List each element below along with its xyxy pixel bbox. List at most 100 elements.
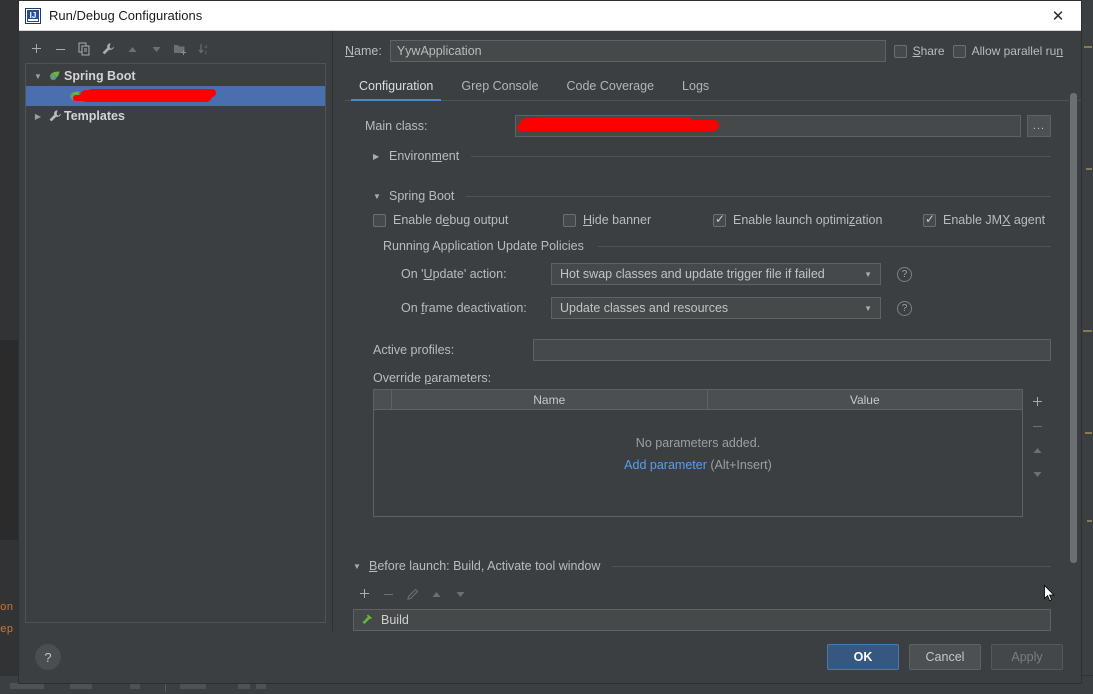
share-checkbox[interactable]: Share [893,44,945,58]
enable-launch-optimization-checkbox[interactable]: Enable launch optimization [713,212,923,227]
on-frame-deactivation-label: On frame deactivation: [401,301,527,315]
on-frame-deactivation-help-icon[interactable]: ? [897,300,912,316]
environment-section-header[interactable]: ▶ Environment [373,149,1051,163]
tab-grep-console[interactable]: Grep Console [447,72,552,100]
chevron-down-icon[interactable]: ▼ [860,304,876,313]
chevron-down-icon[interactable]: ▼ [30,72,46,81]
spring-boot-options-row: Enable debug output Hide banner Enable l… [373,212,1051,227]
tree-item-selected-configuration[interactable] [26,86,325,106]
run-debug-configurations-dialog: IJ Run/Debug Configurations ✕ a z ▼ Spri… [18,0,1082,684]
name-row: Name: YywApplication Share Allow paralle… [333,31,1081,65]
move-parameter-up-button[interactable] [1025,438,1049,462]
dialog-footer: ? OK Cancel Apply [19,631,1081,683]
override-parameters-table[interactable]: Name Value No parameters added. Add para… [373,389,1023,517]
add-before-launch-task-button[interactable] [353,583,375,605]
spring-boot-section-header[interactable]: ▼ Spring Boot [373,189,1051,203]
enable-jmx-agent-checkbox[interactable]: Enable JMX agent [923,212,1045,227]
share-checkbox-label: Share [912,44,945,58]
browse-main-class-button[interactable]: ... [1027,115,1051,137]
remove-configuration-button[interactable] [49,38,71,60]
on-update-action-help-icon[interactable]: ? [897,266,912,282]
on-frame-deactivation-value: Update classes and resources [560,301,729,315]
tab-logs[interactable]: Logs [668,72,723,100]
on-frame-deactivation-dropdown[interactable]: Update classes and resources ▼ [551,297,881,319]
remove-parameter-button[interactable] [1025,414,1049,438]
environment-section-label: Environment [389,149,460,163]
enable-debug-output-box[interactable] [373,213,386,227]
on-update-action-row: On 'Update' action: Hot swap classes and… [401,263,1051,285]
add-parameter-link[interactable]: Add parameter [624,458,707,472]
remove-before-launch-task-button[interactable] [377,583,399,605]
update-policies-label: Running Application Update Policies [383,239,584,253]
tree-item-spring-boot[interactable]: ▼ Spring Boot [26,66,325,86]
dialog-body: a z ▼ Spring Boot ▶ Templates Name: YywA… [19,31,1081,631]
before-launch-toolbar [353,583,1051,605]
tree-item-templates[interactable]: ▶ Templates [26,106,325,126]
apply-button[interactable]: Apply [991,644,1063,670]
new-folder-button[interactable] [169,38,191,60]
section-divider [471,155,1051,157]
move-task-down-button[interactable] [449,583,471,605]
sort-alpha-icon[interactable]: a z [193,38,215,60]
wrench-icon[interactable] [97,38,119,60]
active-profiles-input[interactable] [533,339,1051,361]
hide-banner-label: Hide banner [583,213,652,227]
configuration-tabs: Configuration Grep Console Code Coverage… [345,71,1081,101]
intellij-idea-icon: IJ [25,7,41,24]
ide-editor-sliver [0,340,18,540]
spring-boot-leaf-icon [46,69,64,83]
svg-text:z: z [204,50,207,56]
before-launch-section: ▼ Before launch: Build, Activate tool wi… [353,553,1051,631]
add-parameter-button[interactable] [1025,390,1049,414]
override-parameters-table-wrap: Name Value No parameters added. Add para… [373,389,1051,517]
hide-banner-checkbox[interactable]: Hide banner [563,213,713,227]
dialog-vertical-scrollbar[interactable] [1069,67,1078,603]
name-label: Name: [345,44,382,58]
add-configuration-button[interactable] [25,38,47,60]
hide-banner-box[interactable] [563,213,576,227]
enable-launch-optimization-box[interactable] [713,212,726,227]
ok-button[interactable]: OK [827,644,899,670]
pencil-icon[interactable] [401,583,423,605]
move-down-button[interactable] [145,38,167,60]
before-launch-task-list[interactable]: Build [353,609,1051,631]
share-checkbox-box[interactable] [893,44,907,58]
section-divider [597,245,1051,247]
before-launch-task-label: Build [381,613,409,627]
move-parameter-down-button[interactable] [1025,462,1049,486]
scrollbar-thumb[interactable] [1070,93,1077,563]
enable-debug-output-checkbox[interactable]: Enable debug output [373,213,563,227]
enable-jmx-agent-box[interactable] [923,212,936,227]
ide-right-gutter [1082,0,1093,694]
tab-code-coverage[interactable]: Code Coverage [552,72,668,100]
chevron-down-icon[interactable]: ▼ [353,562,363,571]
before-launch-label: Before launch: Build, Activate tool wind… [369,559,601,573]
tab-configuration[interactable]: Configuration [345,72,447,101]
configurations-tree[interactable]: ▼ Spring Boot ▶ Templates [25,63,326,623]
chevron-down-icon[interactable]: ▼ [860,270,876,279]
allow-parallel-run-checkbox-label: Allow parallel run [971,44,1063,58]
main-class-input[interactable] [515,115,1021,137]
close-icon[interactable]: ✕ [1035,1,1081,31]
help-button[interactable]: ? [35,644,61,670]
on-update-action-dropdown[interactable]: Hot swap classes and update trigger file… [551,263,881,285]
main-class-row: Main class: ... [365,115,1051,137]
chevron-right-icon[interactable]: ▶ [373,152,383,161]
name-input[interactable]: YywApplication [389,40,886,62]
move-task-up-button[interactable] [425,583,447,605]
add-parameter-shortcut: (Alt+Insert) [706,458,772,472]
copy-configuration-button[interactable] [73,38,95,60]
cancel-button[interactable]: Cancel [909,644,981,670]
tree-toolbar: a z [19,35,332,63]
redacted-configuration-name [80,90,212,102]
table-header-index [374,390,392,409]
dialog-titlebar: IJ Run/Debug Configurations ✕ [19,1,1081,31]
chevron-right-icon[interactable]: ▶ [30,112,46,121]
move-up-button[interactable] [121,38,143,60]
chevron-down-icon[interactable]: ▼ [373,192,383,201]
allow-parallel-run-checkbox[interactable]: Allow parallel run [952,44,1063,58]
enable-launch-optimization-label: Enable launch optimization [733,213,883,227]
table-header-name: Name [392,390,708,409]
before-launch-header[interactable]: ▼ Before launch: Build, Activate tool wi… [353,559,1051,573]
allow-parallel-run-checkbox-box[interactable] [952,44,966,58]
